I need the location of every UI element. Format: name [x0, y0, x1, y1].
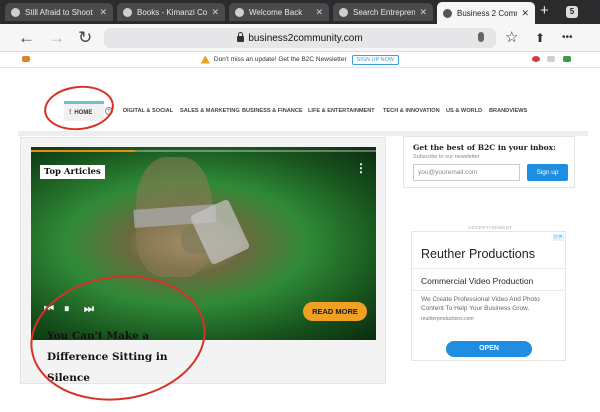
nav-sales-marketing[interactable]: SALES & MARKETING	[180, 108, 240, 114]
email-icon[interactable]	[547, 56, 555, 62]
signup-button[interactable]: Sign up	[527, 164, 568, 181]
browser-tab-1[interactable]: Still Afraid to Shoot ✕	[5, 3, 113, 21]
tab-close-icon[interactable]: ✕	[99, 7, 107, 18]
signup-title: Get the best of B2C in your inbox:	[413, 143, 556, 152]
address-toolbar: ← → ↻ business2community.com ☆ ⬆ •••	[0, 24, 600, 52]
address-bar[interactable]: business2community.com	[104, 28, 496, 48]
microphone-icon[interactable]	[478, 32, 484, 42]
bookmark-icon[interactable]: ☆	[505, 29, 518, 47]
adchoices-icon[interactable]: ▷✕	[553, 234, 564, 241]
tab-title: Books - Kimanzi Co	[137, 7, 208, 17]
tab-title: Welcome Back	[249, 7, 303, 17]
tab-title: Business 2 Commun	[457, 8, 517, 18]
browser-tab-3[interactable]: Welcome Back ✕	[229, 3, 329, 21]
card-menu-icon[interactable]: ⋮	[355, 162, 367, 174]
read-more-button[interactable]: READ MORE	[303, 302, 367, 321]
notice-signup-button[interactable]: SIGN UP NOW	[351, 54, 400, 65]
browser-tab-4[interactable]: Search Entreprene ✕	[333, 3, 433, 21]
reload-icon[interactable]: ↻	[78, 28, 92, 48]
ad-title[interactable]: Reuther Productions	[421, 247, 535, 261]
url-text: business2community.com	[248, 32, 363, 44]
ad-divider	[412, 268, 565, 269]
advertisement-label: ADVERTISEMENT	[468, 225, 513, 230]
back-icon[interactable]: ←	[18, 28, 35, 48]
forward-icon[interactable]: →	[48, 28, 65, 48]
nav-business-finance[interactable]: BUSINESS & FINANCE	[242, 108, 303, 114]
ad-headline: Commercial Video Production	[421, 276, 534, 286]
tab-close-icon[interactable]: ✕	[211, 7, 219, 18]
site-favicon-icon	[123, 7, 132, 17]
site-favicon-icon	[235, 7, 244, 17]
tab-title: Search Entreprene	[353, 7, 416, 17]
site-favicon-icon	[443, 8, 452, 18]
tab-count-badge[interactable]: 5	[566, 6, 578, 18]
ad-body: We Create Professional Video And Photo C…	[421, 296, 540, 312]
nav-life-entertainment[interactable]: LIFE & ENTERTAINMENT	[308, 108, 375, 114]
browser-tab-bar: Still Afraid to Shoot ✕ Books - Kimanzi …	[0, 0, 600, 24]
social-icon[interactable]	[532, 56, 540, 62]
nav-tech-innovation[interactable]: TECH & INNOVATION	[383, 108, 440, 114]
share-icon[interactable]: ⬆	[535, 29, 545, 47]
new-tab-icon[interactable]: +	[540, 3, 549, 19]
notice-text: Don't miss an update! Get the B2C Newsle…	[213, 56, 347, 63]
email-input[interactable]: you@youremail.com	[413, 164, 520, 181]
lock-icon	[237, 32, 245, 42]
tab-title: Still Afraid to Shoot	[25, 7, 93, 17]
nav-digital-social[interactable]: DIGITAL & SOCIAL	[123, 108, 173, 114]
feed-icon[interactable]	[563, 56, 571, 62]
site-logo-icon	[22, 56, 30, 62]
ad-open-button[interactable]: OPEN	[446, 341, 532, 357]
tab-close-icon[interactable]: ✕	[315, 7, 323, 18]
newsletter-signup-box: Get the best of B2C in your inbox: Subsc…	[403, 136, 575, 188]
signup-subtitle: Subscribe to our newsletter	[413, 154, 480, 160]
tab-close-icon[interactable]: ✕	[419, 7, 427, 18]
slider-progress-fill	[31, 150, 135, 152]
browser-tab-active[interactable]: Business 2 Commun ✕	[437, 2, 535, 24]
ad-divider	[412, 290, 565, 291]
site-favicon-icon	[11, 7, 20, 17]
home-annotation-circle	[41, 82, 117, 134]
tab-close-icon[interactable]: ✕	[521, 8, 529, 19]
warning-icon	[200, 55, 210, 64]
ad-url[interactable]: reutherproductions.com	[421, 316, 474, 322]
more-icon[interactable]: •••	[562, 29, 573, 47]
top-articles-label: Top Articles	[40, 165, 105, 179]
nav-brandviews[interactable]: BRANDVIEWS	[489, 108, 527, 114]
site-favicon-icon	[339, 7, 348, 17]
nav-us-world[interactable]: US & WORLD	[446, 108, 482, 114]
slider-progress	[31, 150, 376, 152]
advertisement[interactable]: ▷✕ Reuther Productions Commercial Video …	[411, 231, 566, 361]
newsletter-notice: Don't miss an update! Get the B2C Newsle…	[0, 52, 600, 68]
browser-tab-2[interactable]: Books - Kimanzi Co ✕	[117, 3, 225, 21]
